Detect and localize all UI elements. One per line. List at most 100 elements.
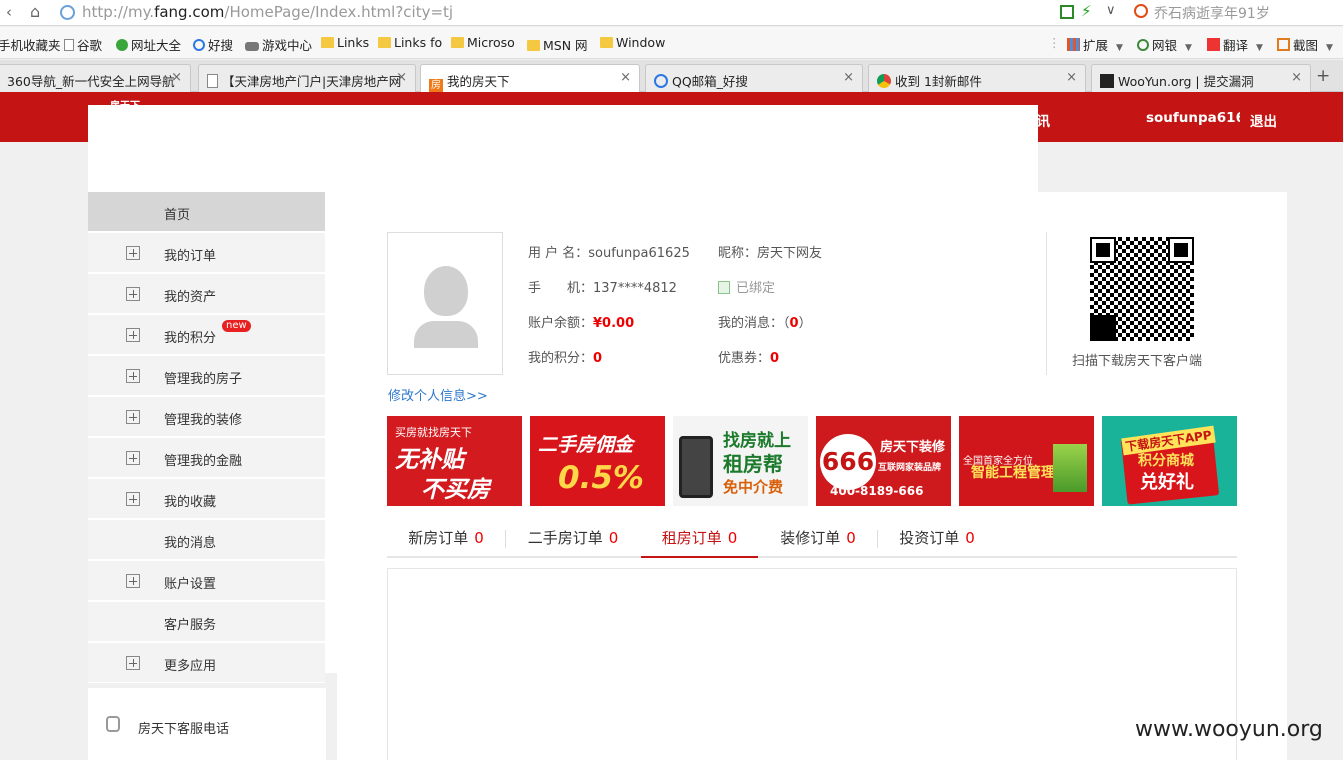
nav-rent[interactable]: 租房 — [424, 110, 451, 130]
screenshot-button[interactable]: 截图 ▼ — [1277, 35, 1333, 54]
expand-icon[interactable] — [126, 492, 140, 506]
expand-icon[interactable] — [126, 410, 140, 424]
sidebar-item-home[interactable]: 首页 — [88, 192, 325, 232]
expand-icon[interactable] — [126, 246, 140, 260]
nav-second-hand[interactable]: 二手房 — [362, 110, 403, 130]
sidebar-item-favorites[interactable]: 我的收藏 — [88, 479, 325, 519]
search-input[interactable]: 乔石病逝享年91岁 — [1154, 3, 1270, 23]
nav-overseas[interactable]: 海外房产 — [844, 110, 898, 130]
bookmark-links[interactable]: Links — [321, 35, 369, 50]
address-bar: ‹ ⌂ http://my.fang.com/HomePage/Index.ht… — [0, 0, 1343, 26]
new-tab-icon[interactable]: + — [1316, 66, 1330, 86]
bookmark-haosou[interactable]: 好搜 — [193, 35, 233, 54]
tab-tianjin-realestate[interactable]: 【天津房地产门户|天津房地产网 × — [198, 64, 416, 92]
messages-row[interactable]: 我的消息：（0） — [718, 312, 812, 331]
extensions-icon — [1067, 38, 1080, 51]
sidebar-item-manage-house[interactable]: 管理我的房子 — [88, 356, 325, 396]
expand-icon[interactable] — [126, 287, 140, 301]
chevron-down-icon[interactable]: ∨ — [1106, 3, 1116, 18]
bookmark-mobile[interactable]: 手机收藏夹 — [0, 35, 61, 54]
edit-profile-link[interactable]: 修改个人信息>> — [388, 385, 488, 404]
tab-qq-mail[interactable]: QQ邮箱_好搜 × — [645, 64, 863, 92]
bookmark-microsoft[interactable]: Microso — [451, 35, 515, 50]
banner-rent-helper[interactable]: 找房就上 租房帮 免中介费 — [673, 416, 808, 506]
bookmark-windows[interactable]: Window — [600, 35, 665, 50]
bank-icon — [1137, 39, 1149, 51]
header-username[interactable]: soufunpa6162 — [1146, 110, 1240, 126]
bookmarks-bar: 手机收藏夹 谷歌 网址大全 好搜 游戏中心 Links Links fo Mic… — [0, 27, 1343, 59]
sidebar-item-customer-service[interactable]: 客户服务 — [88, 602, 325, 642]
tab-second-hand-orders[interactable]: 二手房订单 0 — [506, 518, 640, 558]
banner-app-download[interactable]: 下载房天下APP 积分商城 兑好礼 — [1102, 416, 1237, 506]
close-icon[interactable]: × — [1291, 70, 1302, 85]
close-icon[interactable]: × — [843, 70, 854, 85]
back-arrow-icon[interactable]: ‹ — [6, 3, 12, 21]
nav-office[interactable]: 写字楼 — [610, 110, 651, 130]
netbank-button[interactable]: 网银 ▼ — [1137, 35, 1192, 54]
sidebar-item-account-settings[interactable]: 账户设置 — [88, 561, 325, 601]
avatar[interactable] — [387, 232, 503, 375]
banner-decoration-666[interactable]: 666 房天下装修 互联网家装品牌 400-8189-666 — [816, 416, 951, 506]
close-icon[interactable]: × — [1066, 70, 1077, 85]
nav-forum[interactable]: 业主论坛 — [920, 110, 974, 130]
sidebar-item-assets[interactable]: 我的资产 — [88, 274, 325, 314]
nav-new-homes[interactable]: 新房 — [314, 110, 341, 130]
nav-home[interactable]: 首页 — [266, 110, 293, 130]
coupon-row[interactable]: 优惠券：0 — [718, 347, 779, 366]
expand-icon[interactable] — [126, 369, 140, 383]
qr-code-icon[interactable] — [1060, 5, 1074, 19]
sidebar-item-more-apps[interactable]: 更多应用 — [88, 643, 325, 683]
sidebar-item-manage-decoration[interactable]: 管理我的装修 — [88, 397, 325, 437]
banner-no-subsidy[interactable]: 买房就找房天下 无补贴 不买房 — [387, 416, 522, 506]
caret-down-icon: ▼ — [240, 118, 247, 128]
logout-link[interactable]: 退出 — [1250, 110, 1277, 130]
order-list-panel — [387, 568, 1237, 760]
qr-code — [1090, 237, 1194, 341]
tab-new-house-orders[interactable]: 新房订单 0 — [387, 518, 505, 558]
more-dots-icon[interactable]: ⋮ — [1048, 35, 1061, 50]
tab-new-mail[interactable]: 收到 1封新邮件 × — [868, 64, 1086, 92]
tab-decoration-orders[interactable]: 装修订单 0 — [759, 518, 877, 558]
close-icon[interactable]: × — [396, 70, 407, 85]
bookmark-url-portal[interactable]: 网址大全 — [116, 35, 181, 54]
sidebar-item-orders[interactable]: 我的订单 — [88, 233, 325, 273]
banner-commission[interactable]: 二手房佣金 0.5% — [530, 416, 665, 506]
nav-finance[interactable]: 金融贷款 — [720, 110, 774, 130]
close-icon[interactable]: × — [171, 70, 182, 85]
bookmark-links-for[interactable]: Links fo — [378, 35, 442, 50]
nav-decoration[interactable]: 装修家居 — [534, 110, 588, 130]
close-icon[interactable]: × — [620, 70, 631, 85]
bookmark-games[interactable]: 游戏中心 — [245, 35, 312, 54]
fang-logo[interactable]: 房天下 Fang.com — [88, 98, 1038, 673]
tab-strip: 360导航_新一代安全上网导航 × 【天津房地产门户|天津房地产网 × 房我的房天下… — [0, 60, 1343, 92]
expand-icon[interactable] — [126, 574, 140, 588]
tab-my-fang[interactable]: 房我的房天下 × — [420, 64, 640, 92]
url-field[interactable]: http://my.fang.com/HomePage/Index.html?c… — [82, 3, 453, 21]
translate-button[interactable]: 翻译 ▼ — [1207, 35, 1263, 54]
tab-360[interactable]: 360导航_新一代安全上网导航 × — [0, 64, 191, 92]
nav-price-check[interactable]: 查房价 — [472, 110, 513, 130]
dropdown-arrow-icon: ▼ — [1326, 43, 1333, 53]
home-icon[interactable]: ⌂ — [30, 2, 40, 21]
tab-wooyun[interactable]: WooYun.org | 提交漏洞 × — [1091, 64, 1311, 92]
expand-icon[interactable] — [126, 451, 140, 465]
extensions-button[interactable]: 扩展 ▼ — [1067, 35, 1123, 54]
tab-investment-orders[interactable]: 投资订单 0 — [878, 518, 996, 558]
nav-industry[interactable]: 产业 — [796, 110, 823, 130]
expand-icon[interactable] — [126, 656, 140, 670]
tab-rent-orders[interactable]: 租房订单 0 — [641, 518, 758, 558]
sidebar-item-messages[interactable]: 我的消息 — [88, 520, 325, 560]
sidebar-item-manage-finance[interactable]: 管理我的金融 — [88, 438, 325, 478]
nav-shops[interactable]: 商铺 — [672, 110, 699, 130]
nav-news[interactable]: 房产快讯 — [996, 110, 1050, 130]
bookmark-google[interactable]: 谷歌 — [64, 35, 102, 54]
chrome-icon — [877, 74, 891, 88]
banner-smart-engineering[interactable]: 全国首家全方位 智能工程管理专家 — [959, 416, 1094, 506]
search-icon[interactable] — [1134, 4, 1148, 18]
sidebar-item-points[interactable]: 我的积分 new — [88, 315, 325, 355]
lightning-icon[interactable]: ⚡ — [1081, 2, 1092, 20]
city-selector[interactable]: 天津 ▼ — [212, 110, 247, 129]
bookmark-msn[interactable]: MSN 网 — [527, 35, 588, 54]
dropdown-arrow-icon: ▼ — [1116, 43, 1123, 53]
expand-icon[interactable] — [126, 328, 140, 342]
